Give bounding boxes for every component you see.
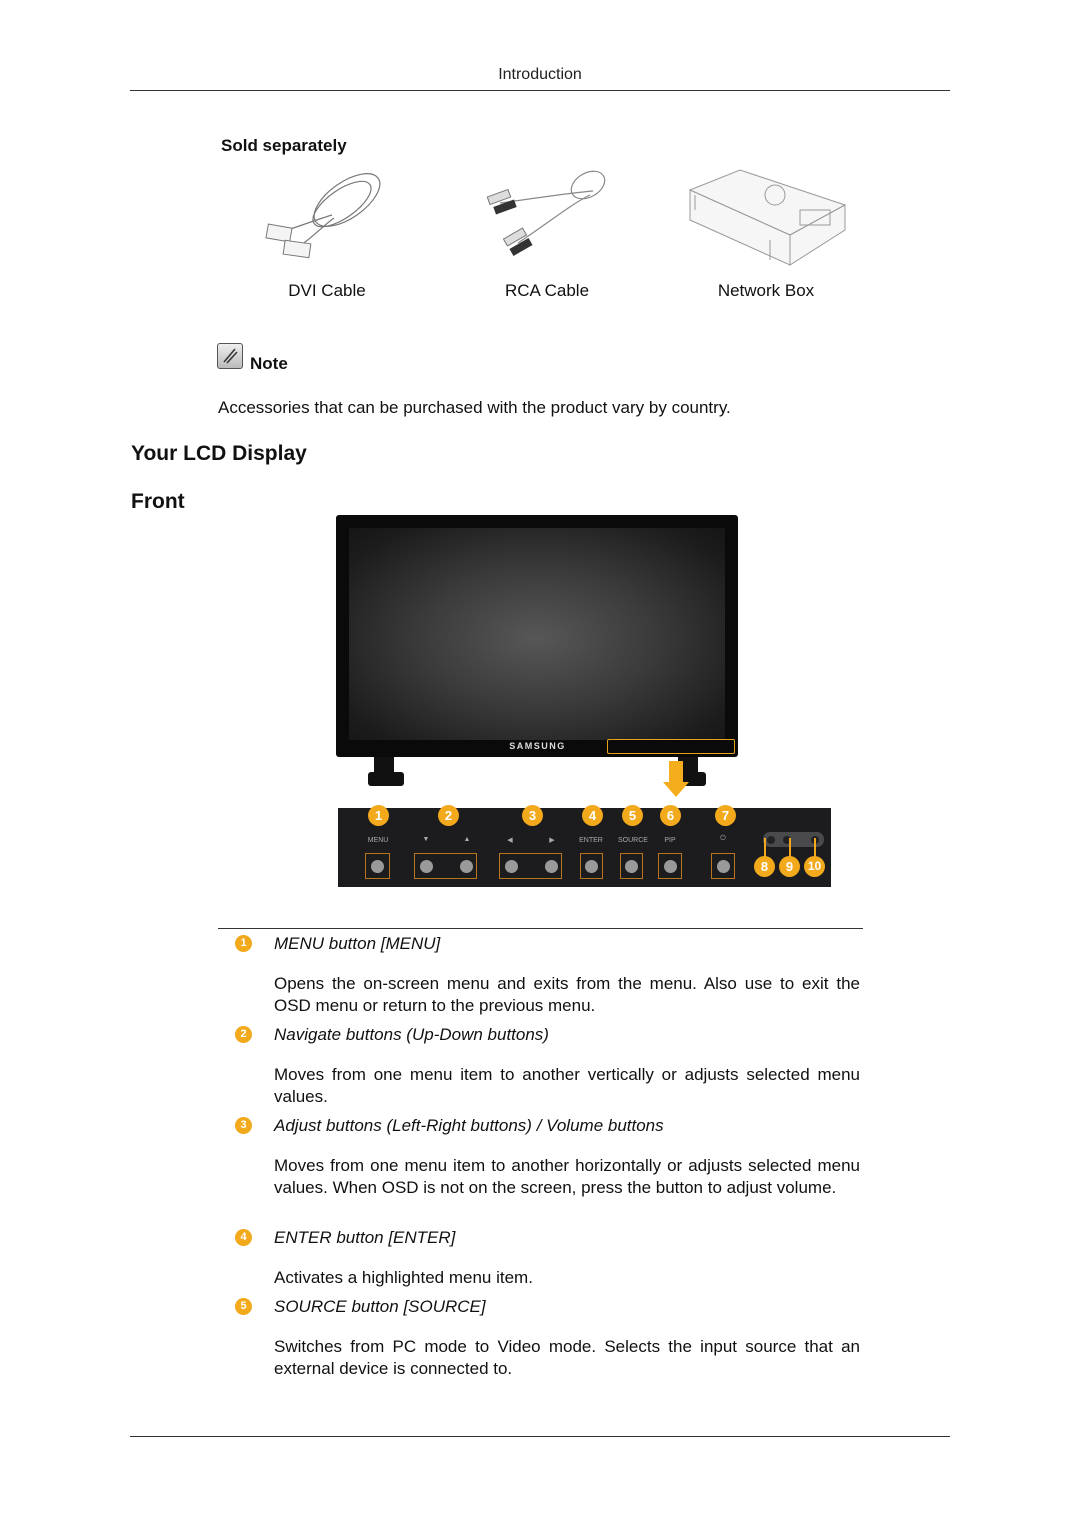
down-arrow-icon-head — [663, 782, 689, 797]
down-button[interactable] — [420, 860, 433, 873]
note-label: Note — [250, 354, 288, 373]
item-description: Moves from one menu item to another vert… — [274, 1065, 860, 1106]
callout-leader — [764, 838, 766, 858]
item-title: Adjust buttons (Left-Right buttons) / Vo… — [274, 1116, 664, 1135]
control-area-highlight — [607, 739, 735, 754]
enter-button[interactable] — [585, 860, 598, 873]
callout-badge: 6 — [660, 805, 681, 826]
sensor-dot — [767, 836, 775, 844]
callout-badge: 5 — [622, 805, 643, 826]
panel-label-enter: ENTER — [579, 837, 603, 844]
item-number-badge: 3 — [235, 1117, 252, 1134]
network-box-illustration — [688, 169, 847, 266]
note-icon — [217, 343, 243, 369]
item-description: Switches from PC mode to Video mode. Sel… — [274, 1337, 860, 1378]
subsection-heading: Front — [131, 490, 185, 513]
callout-badge: 1 — [368, 805, 389, 826]
item-title: ENTER button [ENTER] — [274, 1228, 456, 1247]
item-number-badge: 1 — [235, 935, 252, 952]
panel-label-menu: MENU — [367, 837, 389, 844]
note-text: Accessories that can be purchased with t… — [218, 398, 731, 417]
footer-rule — [130, 1436, 950, 1437]
monitor-screen — [349, 528, 725, 740]
item-description: Opens the on-screen menu and exits from … — [274, 974, 860, 1015]
item-description: Moves from one menu item to another hori… — [274, 1156, 860, 1197]
callout-badge: 9 — [779, 856, 800, 877]
item-description: Activates a highlighted menu item. — [274, 1268, 533, 1287]
accessory-label: RCA Cable — [504, 281, 590, 300]
down-arrow-icon — [669, 761, 683, 783]
item-number-badge: 4 — [235, 1229, 252, 1246]
item-title: SOURCE button [SOURCE] — [274, 1297, 486, 1316]
panel-label-up: ▲ — [463, 836, 471, 843]
sold-separately-heading: Sold separately — [221, 136, 347, 155]
panel-label-right: ▶ — [549, 837, 555, 844]
brand-logo: SAMSUNG — [509, 741, 566, 751]
pip-button[interactable] — [664, 860, 677, 873]
panel-label-left: ◀ — [507, 837, 513, 844]
callout-badge: 2 — [438, 805, 459, 826]
callout-badge: 7 — [715, 805, 736, 826]
section-heading: Your LCD Display — [131, 442, 307, 465]
panel-label-down: ▼ — [422, 836, 430, 843]
rca-cable-illustration — [486, 170, 606, 256]
panel-label-power: ⏻ — [720, 835, 726, 842]
page-header-title: Introduction — [498, 66, 582, 83]
item-number-badge: 5 — [235, 1298, 252, 1315]
left-button[interactable] — [505, 860, 518, 873]
item-title: Navigate buttons (Up-Down buttons) — [274, 1025, 549, 1044]
up-button[interactable] — [460, 860, 473, 873]
item-number-badge: 2 — [235, 1026, 252, 1043]
item-title: MENU button [MENU] — [274, 934, 441, 953]
header-rule — [130, 90, 950, 91]
dvi-cable-illustration — [265, 173, 381, 259]
callout-badge: 10 — [804, 856, 825, 877]
callout-badge: 4 — [582, 805, 603, 826]
callout-badge: 3 — [522, 805, 543, 826]
list-rule — [218, 928, 863, 929]
callout-leader — [789, 838, 791, 858]
monitor-foot-left — [368, 772, 404, 786]
menu-button[interactable] — [371, 860, 384, 873]
power-button[interactable] — [717, 860, 730, 873]
right-button[interactable] — [545, 860, 558, 873]
panel-label-source: SOURCE — [618, 837, 648, 844]
callout-badge: 8 — [754, 856, 775, 877]
accessory-label: DVI Cable — [288, 281, 366, 300]
source-button[interactable] — [625, 860, 638, 873]
callout-leader — [814, 838, 816, 858]
accessory-label: Network Box — [717, 281, 815, 300]
panel-label-pip: PIP — [664, 837, 676, 844]
